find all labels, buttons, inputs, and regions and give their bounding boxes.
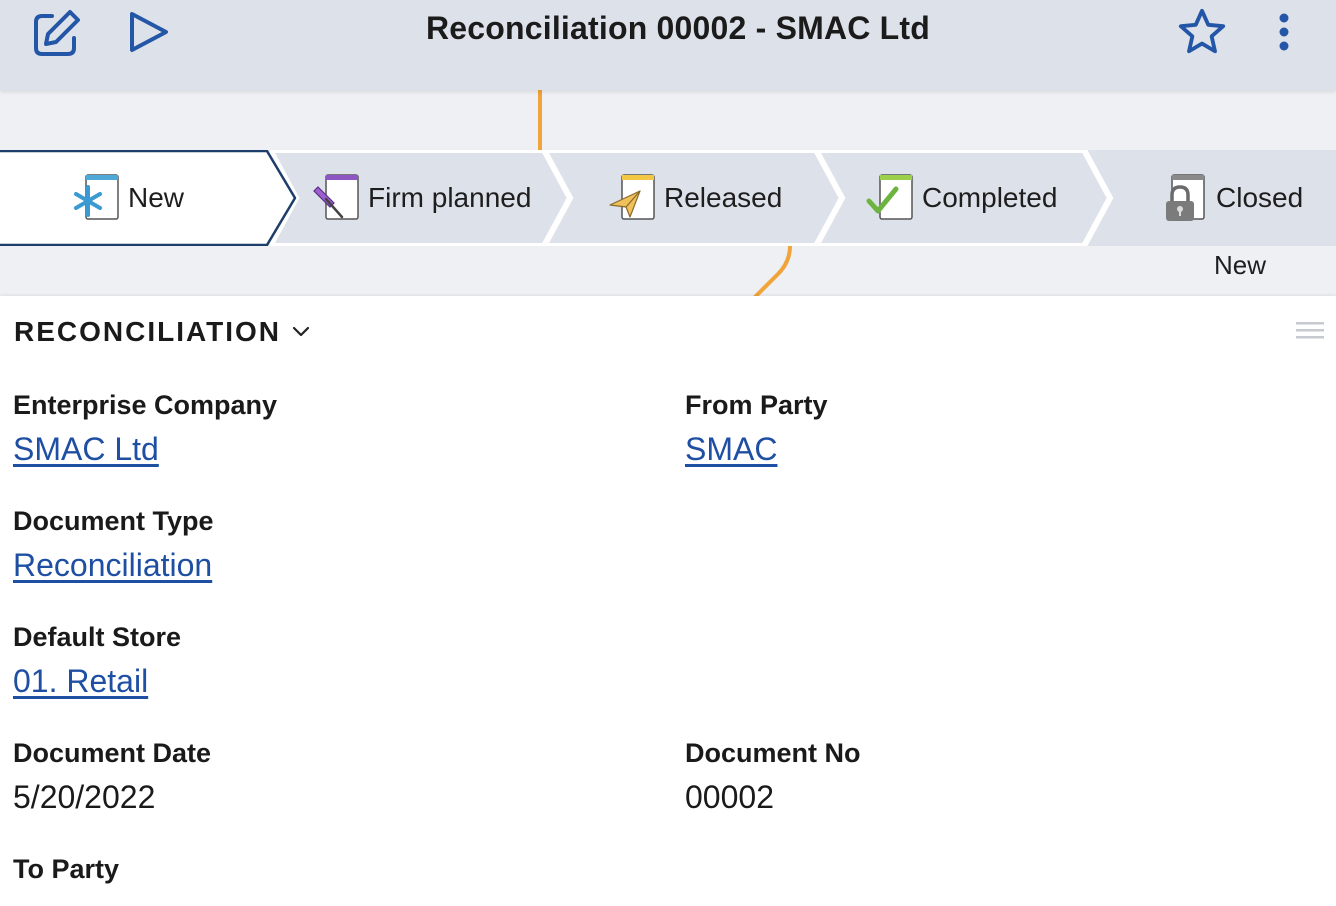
edit-icon — [34, 10, 80, 56]
asterisk-doc-icon — [74, 174, 119, 220]
document-date-field: Document Date 5/20/2022 — [13, 738, 211, 816]
status-step-closed[interactable]: Closed — [1084, 150, 1336, 246]
from-party-field: From Party SMAC — [685, 390, 828, 468]
section-title: RECONCILIATION — [14, 316, 282, 347]
chevron-down-icon — [292, 326, 310, 337]
page-title: Reconciliation 00002 - SMAC Ltd — [425, 10, 931, 46]
status-step-label: Released — [664, 182, 783, 213]
status-step-completed[interactable]: Completed — [810, 150, 1116, 246]
more-options-button[interactable] — [1258, 6, 1310, 58]
field-label: From Party — [685, 390, 828, 420]
status-step-new[interactable]: New — [0, 150, 300, 246]
status-step-label: New — [128, 182, 185, 213]
favorite-button[interactable] — [1176, 6, 1228, 58]
edit-button[interactable] — [30, 6, 82, 58]
enterprise-company-field: Enterprise Company SMAC Ltd — [13, 390, 277, 468]
document-type-field: Document Type Reconciliation — [13, 506, 214, 584]
from-party-link[interactable]: SMAC — [685, 431, 777, 468]
check-doc-icon — [866, 174, 913, 220]
section-header-toggle[interactable]: RECONCILIATION — [14, 316, 311, 348]
field-label: Document Date — [13, 738, 212, 768]
document-no-value: 00002 — [685, 779, 774, 815]
field-label: Document No — [685, 738, 861, 768]
document-no-field: Document No 00002 — [685, 738, 861, 816]
run-button[interactable] — [122, 6, 174, 58]
status-step-label: Closed — [1216, 182, 1304, 213]
top-bar: Reconciliation 00002 - SMAC Ltd — [0, 0, 1336, 90]
document-type-link[interactable]: Reconciliation — [13, 547, 212, 584]
to-party-field: To Party — [13, 854, 119, 895]
enterprise-company-link[interactable]: SMAC Ltd — [13, 431, 159, 468]
more-vertical-icon — [1279, 13, 1289, 51]
lock-doc-icon — [1166, 174, 1205, 221]
status-step-label: Firm planned — [368, 182, 532, 213]
status-stepper: Closed Completed Released Firm planned N… — [0, 150, 1336, 246]
star-icon — [1178, 8, 1226, 54]
reconciliation-section: RECONCILIATION Enterprise Company SMAC L… — [0, 296, 1336, 906]
field-label: Enterprise Company — [13, 390, 278, 420]
status-step-released[interactable]: Released — [542, 150, 848, 246]
field-label: Default Store — [13, 622, 182, 652]
default-store-field: Default Store 01. Retail — [13, 622, 181, 700]
paper-plane-doc-icon — [609, 174, 655, 220]
status-step-firm-planned[interactable]: Firm planned — [270, 150, 576, 246]
field-label: To Party — [13, 854, 120, 884]
pin-doc-icon — [313, 174, 359, 220]
play-icon — [130, 12, 168, 52]
field-label: Document Type — [13, 506, 214, 536]
drag-handle-icon[interactable] — [1296, 320, 1324, 340]
default-store-link[interactable]: 01. Retail — [13, 663, 148, 700]
current-status-text: New — [1213, 250, 1266, 280]
status-step-label: Completed — [922, 182, 1058, 213]
document-date-value: 5/20/2022 — [13, 779, 156, 815]
